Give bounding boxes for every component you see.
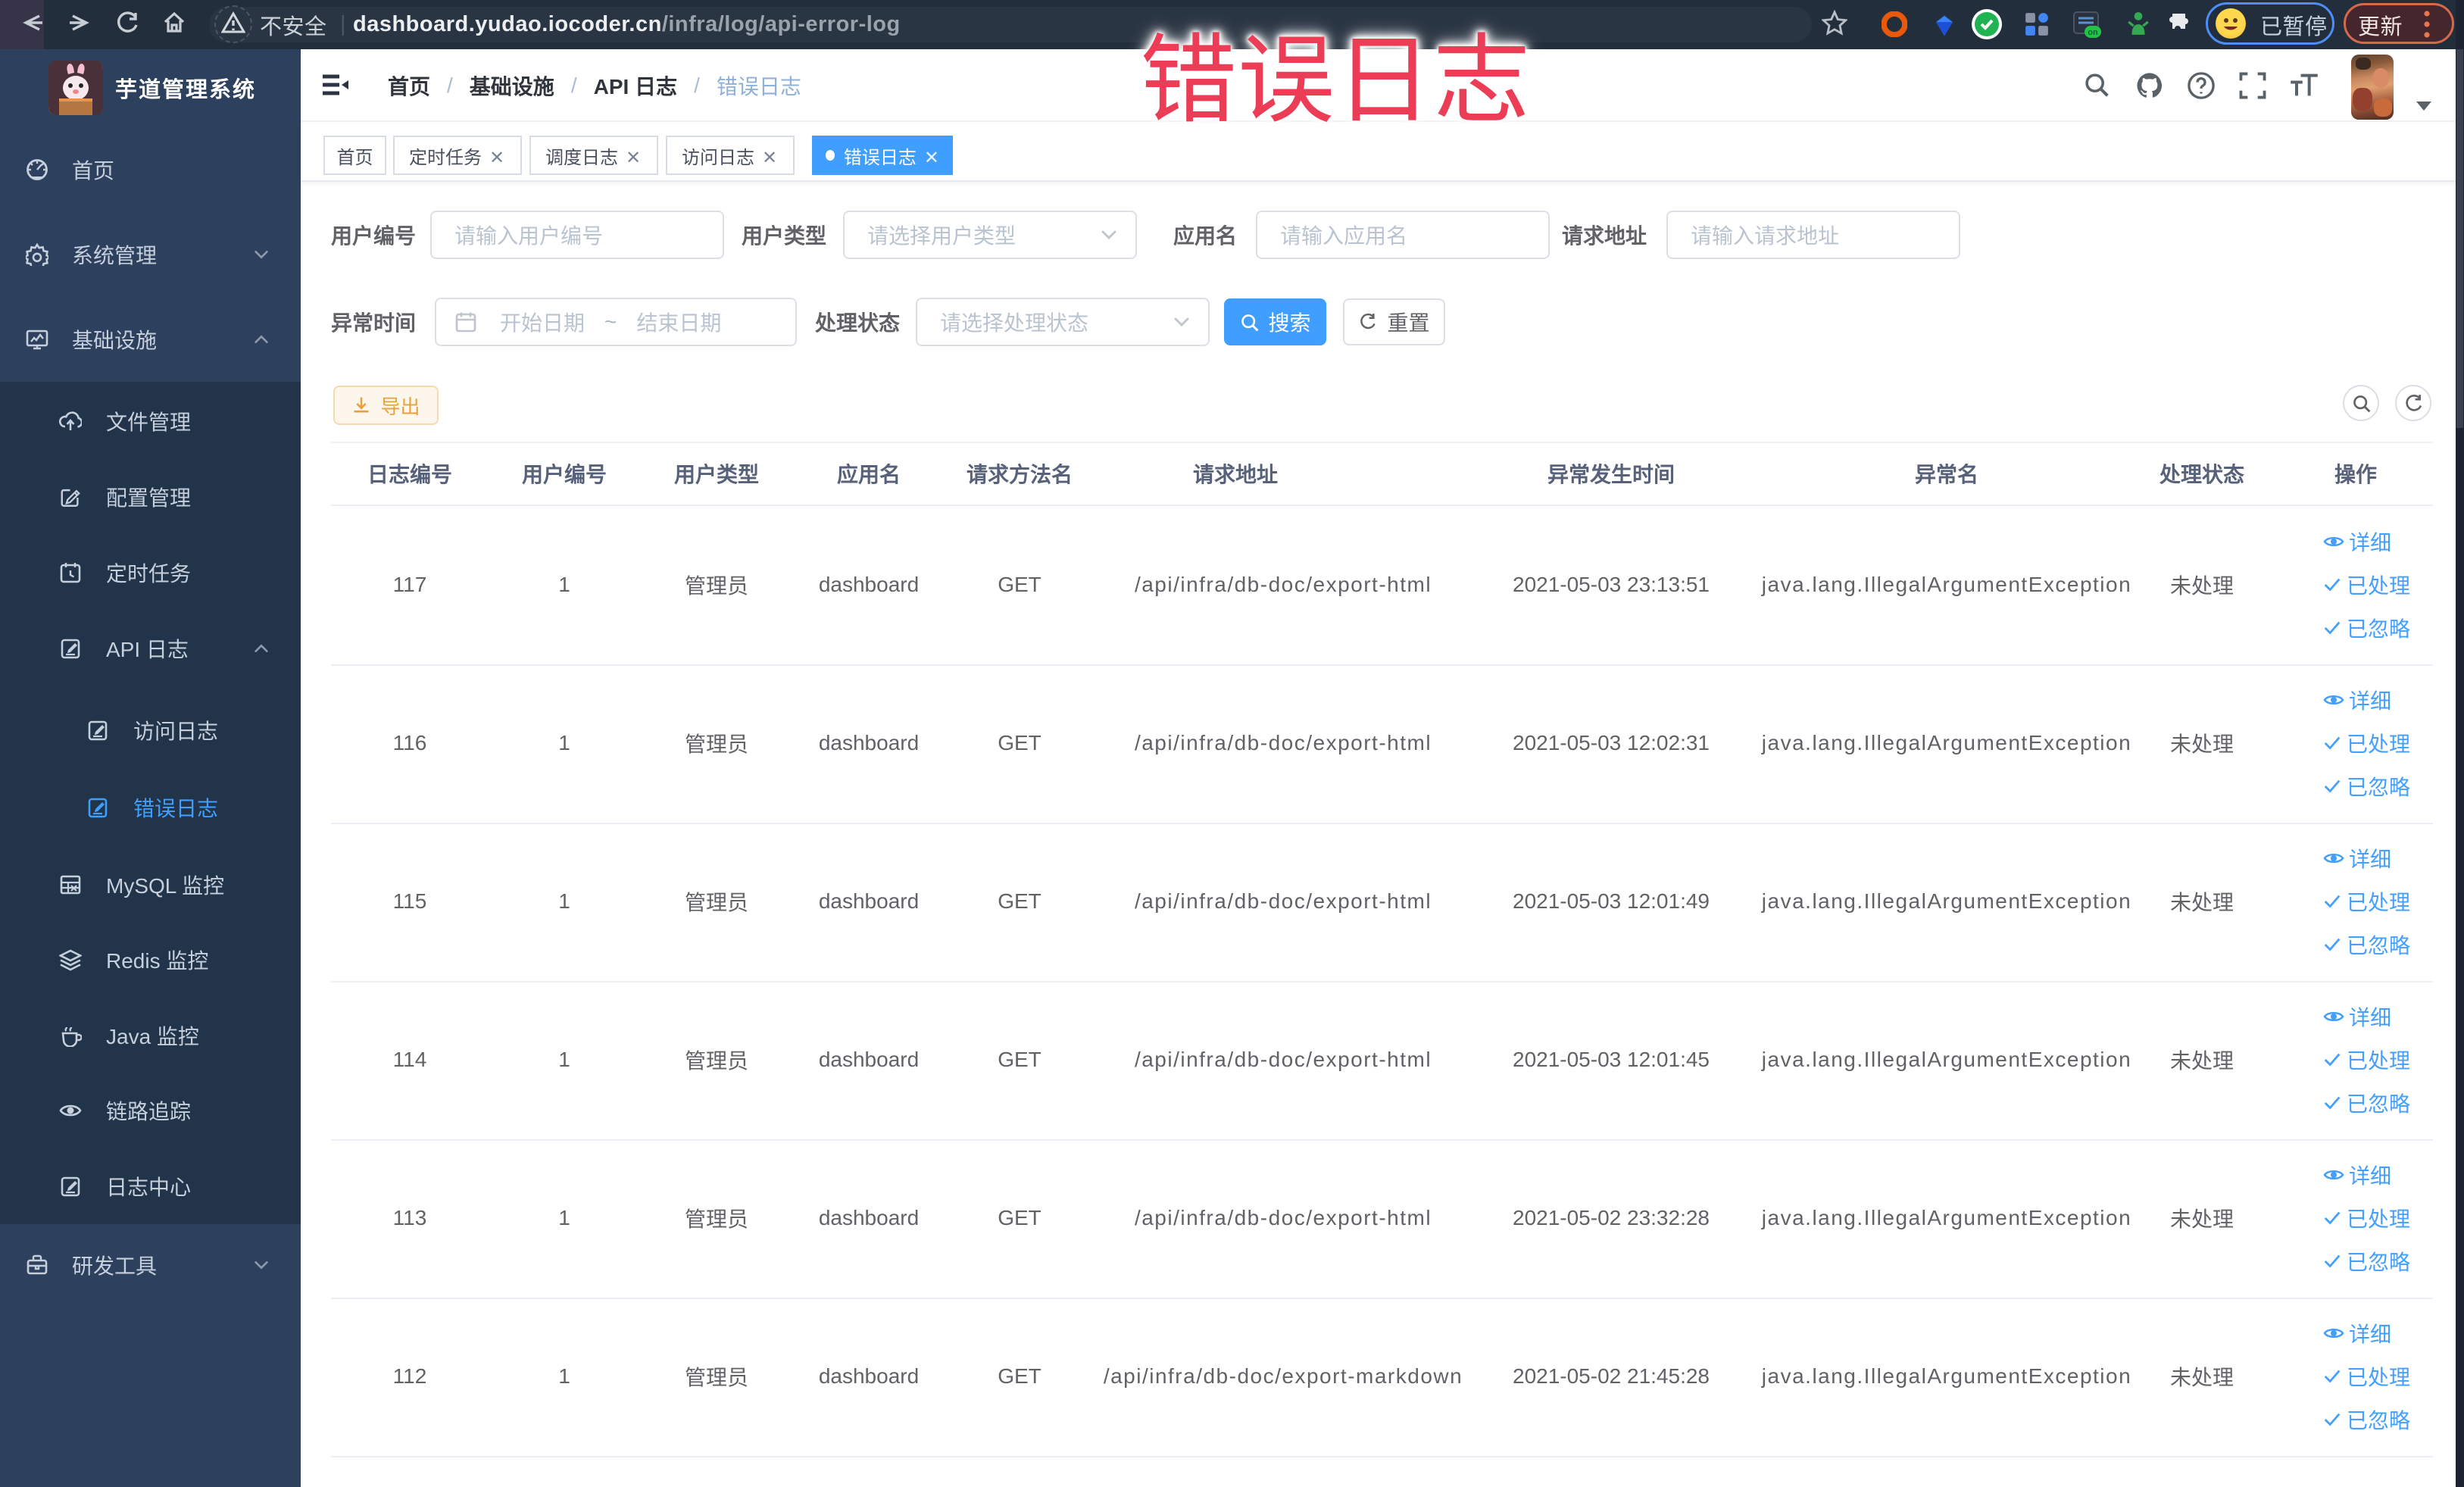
svg-text:on: on [2088,28,2098,37]
